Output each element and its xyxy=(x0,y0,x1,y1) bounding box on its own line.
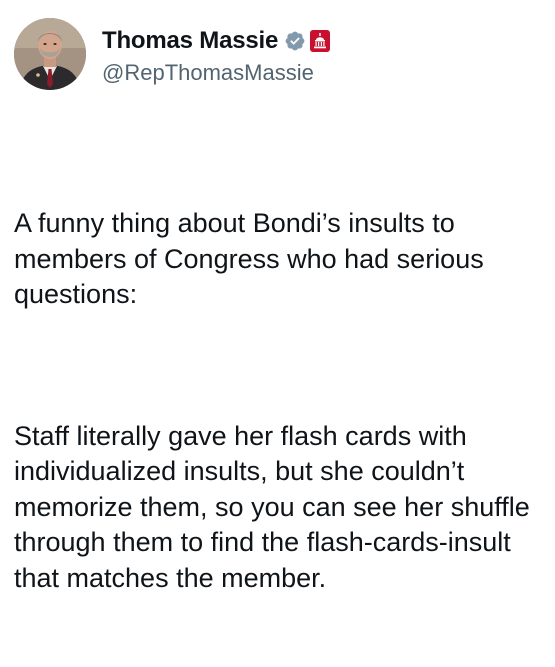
tweet-paragraph: A funny thing about Bondi’s insults to m… xyxy=(14,208,492,309)
avatar[interactable] xyxy=(14,18,86,90)
tweet-paragraph: Staff literally gave her flash cards wit… xyxy=(14,420,538,593)
avatar-photo xyxy=(14,18,86,90)
tweet-header: Thomas Massie @RepThomasMassie xyxy=(14,18,541,90)
author-info: Thomas Massie @RepThomasMassie xyxy=(102,26,331,86)
name-row: Thomas Massie xyxy=(102,26,331,56)
author-handle[interactable]: @RepThomasMassie xyxy=(102,60,330,86)
verified-check-icon xyxy=(284,30,306,52)
author-display-name[interactable]: Thomas Massie xyxy=(102,27,278,55)
tweet-text: A funny thing about Bondi’s insults to m… xyxy=(14,135,549,667)
tweet-card: Thomas Massie @RepThomasMassie A funny t… xyxy=(0,0,555,593)
us-capitol-badge-icon[interactable] xyxy=(310,30,331,52)
